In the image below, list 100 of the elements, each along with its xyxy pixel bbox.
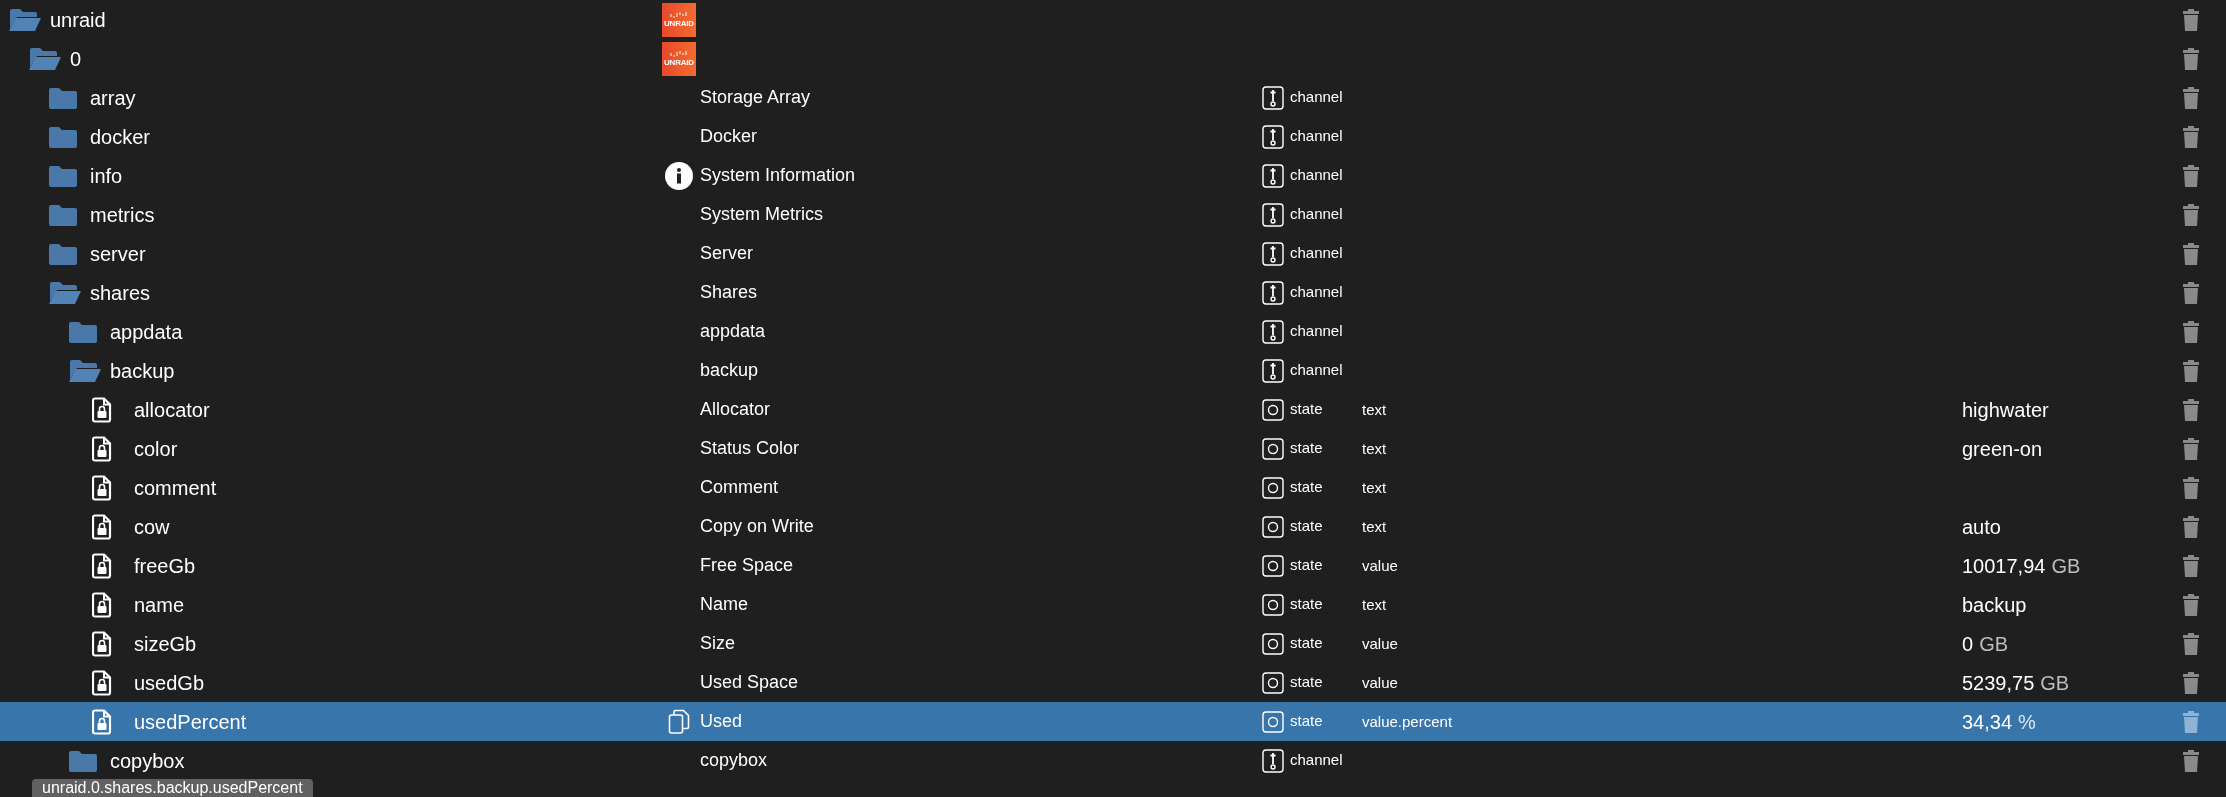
delete-icon[interactable] — [2182, 124, 2200, 149]
tree-row[interactable]: sizeGb Size state value 0 GB — [0, 624, 2226, 663]
object-id: metrics — [90, 202, 155, 228]
delete-icon[interactable] — [2182, 748, 2200, 773]
delete-icon[interactable] — [2182, 514, 2200, 539]
state-icon — [1262, 593, 1284, 616]
object-role: value — [1362, 556, 1398, 574]
object-name: System Information — [700, 165, 856, 185]
delete-icon[interactable] — [2182, 670, 2200, 695]
object-id: 0 — [70, 46, 82, 72]
tree-row[interactable]: usedGb Used Space state value 5239,75 GB — [0, 663, 2226, 702]
tree-row[interactable]: comment Comment state text — [0, 468, 2226, 507]
tree-row[interactable]: appdata appdata channel — [0, 312, 2226, 351]
folder-icon — [48, 241, 78, 266]
state-icon — [1262, 710, 1284, 733]
object-id: usedGb — [134, 670, 205, 696]
delete-icon[interactable] — [2182, 202, 2200, 227]
tree-row[interactable]: docker Docker channel — [0, 117, 2226, 156]
object-id: server — [90, 241, 146, 267]
object-id: docker — [90, 124, 151, 150]
folder-icon — [68, 748, 98, 773]
state-icon — [1262, 671, 1284, 694]
object-name: Shares — [700, 282, 758, 302]
channel-icon — [1262, 319, 1284, 344]
object-name: Free Space — [700, 555, 794, 575]
logo-icon: UNRAID — [662, 41, 696, 76]
locked-file-icon — [92, 435, 112, 462]
state-icon — [1262, 476, 1284, 499]
delete-icon[interactable] — [2182, 241, 2200, 266]
tree-row[interactable]: name Name state text backup — [0, 585, 2226, 624]
object-name: Storage Array — [700, 87, 811, 107]
folder-icon — [48, 124, 78, 149]
delete-icon[interactable] — [2182, 280, 2200, 305]
info-icon — [664, 160, 694, 191]
delete-icon[interactable] — [2182, 553, 2200, 578]
copy-icon[interactable] — [668, 708, 690, 735]
object-id: backup — [110, 358, 175, 384]
folder-icon — [48, 202, 78, 227]
tree-row[interactable]: info System Information channel — [0, 156, 2226, 195]
channel-icon — [1262, 358, 1284, 383]
object-id: name — [134, 592, 185, 618]
state-icon — [1262, 554, 1284, 577]
state-icon — [1262, 398, 1284, 421]
object-name: Copy on Write — [700, 516, 814, 536]
locked-file-icon — [92, 708, 112, 735]
object-id: array — [90, 85, 136, 111]
object-name: Size — [700, 633, 735, 653]
tree-row[interactable]: shares Shares channel — [0, 273, 2226, 312]
delete-icon[interactable] — [2182, 46, 2200, 71]
object-name: System Metrics — [700, 204, 823, 224]
object-type: state — [1290, 477, 1323, 498]
tree-row[interactable]: 0 UNRAID — [0, 39, 2226, 78]
locked-file-icon — [92, 474, 112, 501]
object-id: copybox — [110, 748, 185, 774]
tree-row[interactable]: cow Copy on Write state text auto — [0, 507, 2226, 546]
tree-row[interactable]: usedPercent Used state value.percent 34,34 % — [0, 702, 2226, 741]
tree-row[interactable]: copybox copybox channel — [0, 741, 2226, 780]
tooltip: unraid.0.shares.backup.usedPercent — [32, 779, 313, 797]
channel-icon — [1262, 280, 1284, 305]
delete-icon[interactable] — [2182, 358, 2200, 383]
locked-file-icon — [92, 396, 112, 423]
object-name: Comment — [700, 477, 779, 497]
object-type: channel — [1290, 126, 1343, 147]
tree-row[interactable]: server Server channel — [0, 234, 2226, 273]
tree-row[interactable]: freeGb Free Space state value 10017,94 GB — [0, 546, 2226, 585]
object-role: value — [1362, 673, 1398, 691]
object-name: Server — [700, 243, 753, 263]
tree-row[interactable]: metrics System Metrics channel — [0, 195, 2226, 234]
object-id: comment — [134, 475, 217, 501]
delete-icon[interactable] — [2182, 631, 2200, 656]
object-type: channel — [1290, 204, 1343, 225]
value-unit: GB — [1979, 631, 2009, 657]
tree-row[interactable]: backup backup channel — [0, 351, 2226, 390]
object-name: copybox — [700, 750, 768, 770]
delete-icon[interactable] — [2182, 7, 2200, 32]
delete-icon[interactable] — [2182, 319, 2200, 344]
channel-icon — [1262, 241, 1284, 266]
locked-file-icon — [92, 513, 112, 540]
tree-row[interactable]: array Storage Array channel — [0, 78, 2226, 117]
delete-icon[interactable] — [2182, 163, 2200, 188]
open-folder-icon — [8, 6, 42, 33]
object-id: sizeGb — [134, 631, 197, 657]
locked-file-icon — [92, 552, 112, 579]
tree-row[interactable]: allocator Allocator state text highwater — [0, 390, 2226, 429]
delete-icon[interactable] — [2182, 475, 2200, 500]
open-folder-icon — [68, 357, 102, 384]
delete-icon[interactable] — [2182, 436, 2200, 461]
object-type: state — [1290, 711, 1323, 732]
value-unit: GB — [2051, 553, 2081, 579]
delete-icon[interactable] — [2182, 85, 2200, 110]
object-name: backup — [700, 360, 759, 380]
object-role: text — [1362, 595, 1387, 613]
object-role: text — [1362, 400, 1387, 418]
object-type: state — [1290, 594, 1323, 615]
tree-row[interactable]: unraid UNRAID — [0, 0, 2226, 39]
delete-icon[interactable] — [2182, 397, 2200, 422]
tree-row[interactable]: color Status Color state text green-on — [0, 429, 2226, 468]
object-id: color — [134, 436, 178, 462]
delete-icon[interactable] — [2182, 592, 2200, 617]
object-type: channel — [1290, 87, 1343, 108]
